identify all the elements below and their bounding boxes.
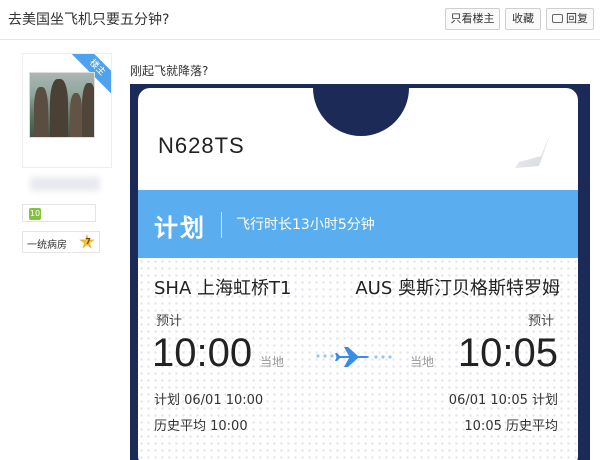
flight-duration: 飞行时长13小时5分钟 [236, 217, 375, 233]
author-column: 楼主 10 一统病房 7 [0, 41, 120, 460]
reply-button[interactable]: 回复 [546, 8, 594, 30]
card-notch [313, 88, 409, 136]
thread-title: 去美国坐飞机只要五分钟? [8, 12, 170, 28]
arrival-planned: 06/01 10:05 计划 [448, 393, 558, 408]
arrival-status: 预计 [527, 314, 554, 329]
avatar-rock-shape [50, 79, 68, 137]
avatar[interactable] [29, 72, 95, 138]
avatar-rock-shape [82, 83, 94, 137]
avatar-rock-shape [70, 93, 82, 137]
honor-title: 一统病房 [27, 240, 67, 251]
comment-icon [552, 14, 563, 23]
departure-planned: 计划 06/01 10:00 [154, 393, 264, 408]
arrival-time: 10:05 [457, 331, 558, 375]
status-label: 计划 [154, 214, 206, 242]
plane-icon [316, 347, 392, 367]
arrival-historical-average: 10:05 历史平均 [464, 419, 558, 434]
avatar-card[interactable]: 楼主 [22, 53, 112, 168]
departure-airport: SHA 上海虹桥T1 [154, 278, 292, 299]
departure-local-label: 当地 [260, 355, 285, 369]
level-badge[interactable]: 10 [22, 204, 96, 222]
status-divider [221, 212, 222, 238]
avatar-rock-shape [34, 87, 48, 137]
arrival-local-label: 当地 [410, 355, 435, 369]
level-number: 10 [29, 208, 41, 220]
post-image[interactable]: N628TS 计划 飞行时长13小时5分钟 SHA 上海虹桥T1 AUS 奥斯汀… [130, 84, 590, 460]
aircraft-registration: N628TS [158, 133, 245, 158]
reply-button-label: 回复 [566, 12, 588, 25]
username-blurred[interactable] [30, 177, 100, 191]
departure-time: 10:00 [152, 331, 253, 375]
honor-level: 7 [85, 237, 91, 246]
only-owner-button[interactable]: 只看楼主 [445, 8, 500, 30]
post-text: 刚起飞就降落? [130, 64, 209, 78]
honor-badge[interactable]: 一统病房 7 [22, 231, 100, 253]
aircraft-tail-icon [515, 132, 551, 168]
thread-header: 去美国坐飞机只要五分钟? 只看楼主 收藏 回复 [0, 0, 600, 40]
arrival-airport: AUS 奥斯汀贝格斯特罗姆 [355, 278, 560, 299]
favorite-button[interactable]: 收藏 [505, 8, 541, 30]
departure-historical-average: 历史平均 10:00 [154, 419, 248, 434]
status-bar: 计划 飞行时长13小时5分钟 [138, 190, 578, 258]
departure-status: 预计 [156, 314, 183, 329]
flight-card: N628TS 计划 飞行时长13小时5分钟 SHA 上海虹桥T1 AUS 奥斯汀… [138, 88, 578, 460]
